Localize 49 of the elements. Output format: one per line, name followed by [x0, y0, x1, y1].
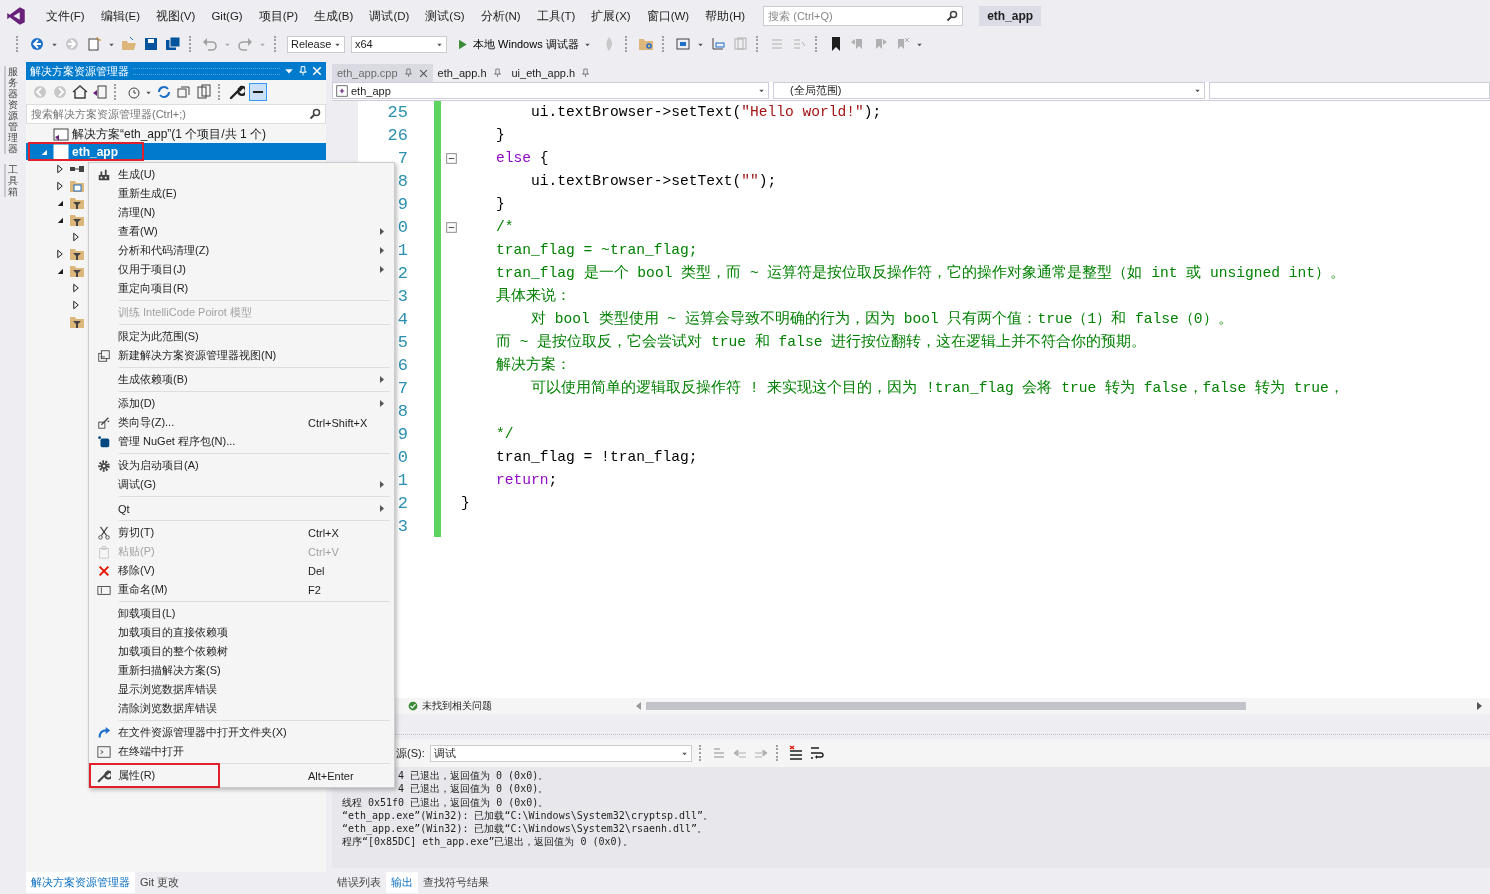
code-line: }	[495, 196, 505, 212]
code-line: }	[461, 495, 470, 511]
shortcut-text: Alt+Enter	[308, 769, 355, 782]
line-number: 0	[396, 447, 409, 469]
line-number: 0	[396, 217, 409, 239]
line-number: 1	[396, 470, 409, 492]
code-line: else {	[495, 150, 549, 166]
code-line: tran_flag = ~tran_flag;	[495, 242, 698, 258]
shortcut-text: F2	[308, 583, 322, 596]
line-number: 3	[396, 286, 409, 308]
code-line: 解决方案：	[495, 357, 572, 373]
output-line: 线程 0x51f0 已退出，返回值为 0 (0x0)。	[342, 795, 550, 809]
line-number: 2	[396, 493, 409, 515]
output-line: 程序“[0x85DC] eth_app.exe”已退出，返回值为 0 (0x0)。	[342, 835, 634, 849]
line-number: 25	[386, 102, 409, 124]
code-line: ui.textBrowser->setText("");	[530, 173, 777, 189]
line-number: 1	[396, 240, 409, 262]
output-line: “eth_app.exe”(Win32): 已加载“C:\Windows\System32\cryptsp.dll”。	[342, 808, 715, 823]
code-line: ui.textBrowser->setText("Hello world!");	[530, 104, 882, 120]
line-number: 8	[396, 171, 409, 193]
source-label: 源(S):	[396, 745, 425, 761]
code-line: 而 ~ 是按位取反，它会尝试对 true 和 false 进行按位翻转，这在逻辑上并不符合你的预期。	[495, 334, 1147, 350]
shortcut-text: Del	[308, 564, 326, 577]
output-line: 4 已退出，返回值为 0 (0x0)。	[397, 782, 550, 796]
panel-title: 解决方案资源管理器	[30, 63, 129, 79]
shortcut-text: Ctrl+X	[308, 526, 340, 539]
line-number: 6	[396, 355, 409, 377]
code-line: tran_flag 是一个 bool 类型，而 ~ 运算符是按位取反操作符，它的操作对象通常是整型（如 int 或 unsigned int）。	[495, 265, 1346, 281]
shortcut-text: Ctrl+V	[308, 545, 340, 558]
solution-name-badge: eth_app	[979, 6, 1042, 26]
line-number: 5	[396, 332, 409, 354]
code-line: */	[495, 426, 514, 442]
issues-status: 未找到相关问题	[422, 699, 492, 713]
line-number: 2	[396, 263, 409, 285]
line-number: 3	[396, 516, 409, 538]
output-line: “eth_app.exe”(Win32): 已加载“C:\Windows\System32\rsaenh.dll”。	[342, 822, 709, 836]
code-line: tran_flag = !tran_flag;	[495, 449, 698, 465]
line-number: 26	[386, 125, 409, 147]
line-number: 7	[396, 378, 409, 400]
code-line: }	[495, 127, 505, 143]
code-line: return;	[495, 472, 558, 488]
line-number: 9	[396, 194, 409, 216]
code-line: 具体来说：	[495, 288, 572, 304]
code-line: 可以使用简单的逻辑取反操作符 ! 来实现这个目的，因为 !tran_flag 会将 true 转为 false，false 转为 true，	[530, 380, 1344, 396]
line-number: 4	[396, 309, 409, 331]
line-number: 7	[396, 148, 409, 170]
code-line: /*	[495, 219, 514, 235]
code-line: 对 bool 类型使用 ~ 运算会导致不明确的行为，因为 bool 只有两个值：true（1）和 false（0）。	[530, 311, 1233, 327]
shortcut-text: Ctrl+Shift+X	[308, 416, 369, 429]
